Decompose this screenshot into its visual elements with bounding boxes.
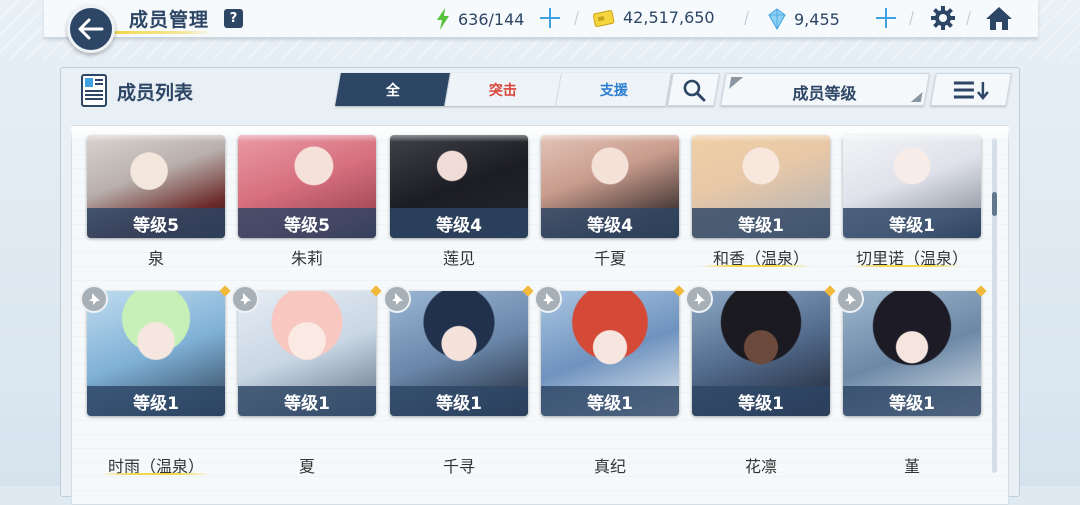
student-level: 等级4 [390, 208, 528, 238]
sort-order-button[interactable] [930, 73, 1012, 106]
student-card[interactable]: 等级4 [390, 135, 528, 238]
credit-counter: 42,517,650 [593, 8, 715, 27]
student-name: 莲见 [442, 249, 475, 268]
student-name: 夏 [298, 457, 315, 476]
list-icon [80, 72, 110, 108]
student-card[interactable]: 等级1 [843, 135, 981, 238]
student-card[interactable]: 等级5 [238, 135, 376, 238]
student-name: 堇 [903, 457, 920, 476]
lightning-icon [436, 8, 450, 30]
title-underline [114, 31, 214, 34]
pin-button[interactable] [383, 285, 411, 313]
scroll-fade [71, 126, 1009, 142]
gem-add-button[interactable] [876, 8, 896, 28]
pin-button[interactable] [80, 285, 108, 313]
pin-button[interactable] [836, 285, 864, 313]
highlight-underline [100, 473, 210, 475]
student-level: 等级1 [390, 386, 528, 416]
student-list-panel: 成员列表 全 突击 支援 成员等级 [60, 67, 1020, 505]
student-level: 等级5 [87, 208, 225, 238]
sort-desc-icon [954, 81, 989, 100]
tab-special[interactable]: 支援 [556, 73, 672, 106]
student-card[interactable]: 等级4 [541, 135, 679, 238]
scrollbar-thumb[interactable] [992, 192, 997, 216]
search-icon [683, 79, 705, 101]
scrollbar-track[interactable] [992, 138, 997, 473]
student-name: 千寻 [442, 457, 475, 476]
student-card[interactable]: 等级1 [87, 291, 225, 416]
student-level: 等级1 [238, 386, 376, 416]
role-filter-tabs: 全 突击 支援 [335, 73, 672, 106]
help-button[interactable]: ? [224, 9, 243, 28]
student-level: 等级4 [541, 208, 679, 238]
ap-value: 636/144 [458, 9, 525, 29]
pin-icon [392, 293, 403, 305]
student-level: 等级1 [692, 386, 830, 416]
student-card[interactable]: 等级1 [692, 291, 830, 416]
arrow-left-icon [78, 18, 104, 40]
page-title: 成员管理 [129, 9, 210, 31]
pin-icon [543, 293, 554, 305]
student-level: 等级5 [238, 208, 376, 238]
gem-counter: 9,455 [768, 8, 840, 30]
ap-counter: 636/144 [436, 8, 524, 30]
crystal-icon [768, 8, 786, 30]
home-button[interactable] [985, 5, 1013, 31]
tab-striker[interactable]: 突击 [445, 73, 562, 106]
student-level: 等级1 [843, 386, 981, 416]
student-card[interactable]: 等级5 [87, 135, 225, 238]
student-card[interactable]: 等级1 [692, 135, 830, 238]
dropdown-corner-icon [910, 92, 923, 102]
student-name: 花凛 [744, 457, 777, 476]
student-card[interactable]: 等级1 [390, 291, 528, 416]
pin-icon [845, 293, 856, 305]
pin-icon [694, 293, 705, 305]
credit-card-icon [593, 9, 615, 27]
search-button[interactable] [667, 73, 720, 106]
settings-button[interactable] [930, 5, 956, 31]
student-card[interactable]: 等级1 [843, 291, 981, 416]
gem-value: 9,455 [794, 9, 840, 29]
gear-icon [931, 6, 955, 30]
pin-button[interactable] [534, 285, 562, 313]
home-icon [986, 7, 1012, 30]
pin-button[interactable] [231, 285, 259, 313]
student-level: 等级1 [87, 386, 225, 416]
pin-icon [240, 293, 251, 305]
tab-all[interactable]: 全 [335, 73, 451, 106]
student-level: 等级1 [692, 208, 830, 238]
student-card[interactable]: 等级1 [238, 291, 376, 416]
student-card[interactable]: 等级1 [541, 291, 679, 416]
student-name: 千夏 [593, 249, 626, 268]
student-level: 等级1 [843, 208, 981, 238]
highlight-underline [700, 265, 810, 267]
student-name: 真纪 [593, 457, 626, 476]
student-name: 朱莉 [290, 249, 323, 268]
highlight-underline [851, 265, 961, 267]
ap-add-button[interactable] [540, 8, 560, 28]
back-button[interactable] [67, 5, 115, 53]
student-level: 等级1 [541, 386, 679, 416]
credit-value: 42,517,650 [623, 8, 715, 27]
student-name: 泉 [147, 249, 164, 268]
pin-icon [89, 293, 100, 305]
sort-dropdown[interactable]: 成员等级 [720, 73, 930, 106]
sort-label: 成员等级 [792, 84, 857, 103]
pin-button[interactable] [685, 285, 713, 313]
panel-title: 成员列表 [117, 82, 194, 104]
